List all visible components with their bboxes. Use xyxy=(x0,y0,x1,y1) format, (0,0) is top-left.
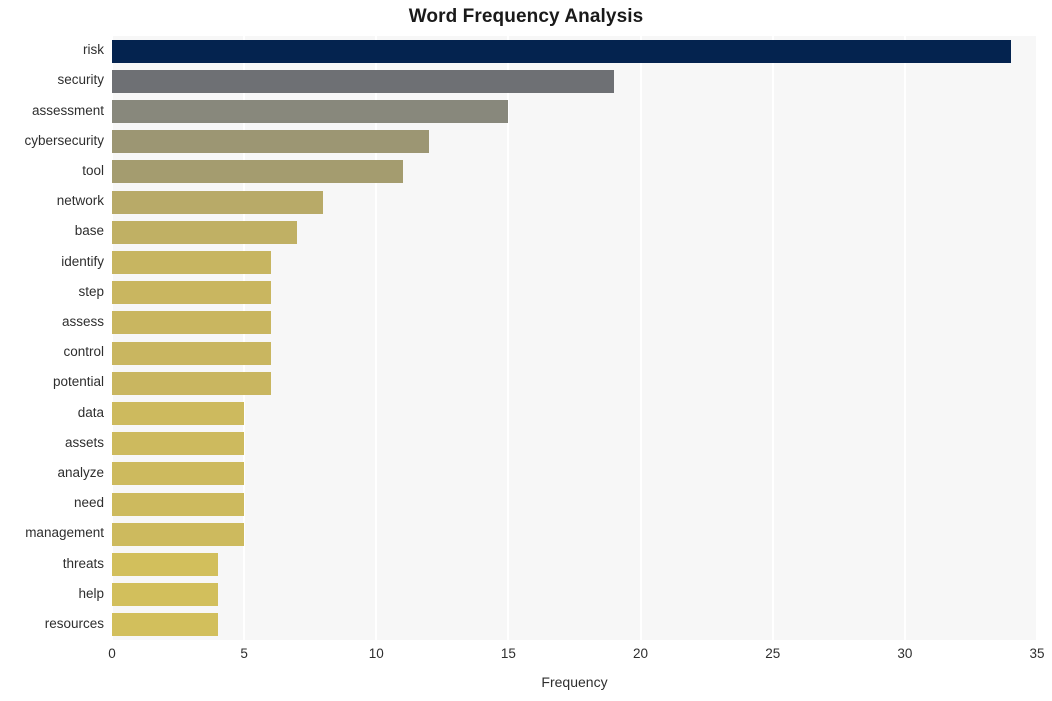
bar-resources[interactable] xyxy=(112,613,218,637)
bar-step[interactable] xyxy=(112,281,271,305)
bar-row xyxy=(112,492,1037,516)
y-tick-label-analyze: analyze xyxy=(57,464,104,480)
bar-row xyxy=(112,371,1037,395)
y-tick-label-help: help xyxy=(78,585,104,601)
bar-row xyxy=(112,220,1037,244)
y-tick-label-tool: tool xyxy=(82,162,104,178)
bar-assess[interactable] xyxy=(112,311,271,335)
x-axis-title: Frequency xyxy=(541,674,608,690)
y-tick-label-network: network xyxy=(56,193,104,209)
bar-row xyxy=(112,462,1037,486)
bar-base[interactable] xyxy=(112,220,297,244)
word-frequency-chart-figure: Word Frequency Analysis risk security asse… xyxy=(0,0,1052,701)
y-tick-label-control: control xyxy=(63,344,104,360)
x-tick-label-20: 20 xyxy=(633,646,649,661)
x-tick-label-0: 0 xyxy=(108,646,116,661)
x-tick-label-35: 35 xyxy=(1029,646,1045,661)
y-tick-label-assets: assets xyxy=(64,434,104,450)
x-tick-label-15: 15 xyxy=(500,646,516,661)
y-tick-label-management: management xyxy=(25,525,104,541)
bar-assessment[interactable] xyxy=(112,100,509,123)
bar-potential[interactable] xyxy=(112,371,271,395)
bar-cybersecurity[interactable] xyxy=(112,130,430,154)
bar-row xyxy=(112,583,1037,607)
y-axis-tick-labels: risk security assessment cybersecurity tool n… xyxy=(0,36,104,640)
plot-area xyxy=(112,36,1037,640)
x-axis-tick-labels: 0 5 10 15 20 25 30 35 xyxy=(0,646,1052,668)
bar-identify[interactable] xyxy=(112,251,271,274)
bar-row xyxy=(112,130,1037,154)
y-tick-label-assess: assess xyxy=(61,313,104,329)
y-tick-label-base: base xyxy=(74,223,104,239)
bar-analyze[interactable] xyxy=(112,462,245,486)
y-tick-label-step: step xyxy=(78,283,104,299)
bar-row xyxy=(112,251,1037,274)
bars-container xyxy=(112,36,1037,640)
bar-row xyxy=(112,341,1037,365)
bar-row xyxy=(112,39,1037,63)
bar-network[interactable] xyxy=(112,190,324,214)
bar-row xyxy=(112,432,1037,456)
bar-assets[interactable] xyxy=(112,432,245,456)
bar-row xyxy=(112,522,1037,546)
y-tick-label-potential: potential xyxy=(52,374,104,390)
bar-row xyxy=(112,190,1037,214)
bar-data[interactable] xyxy=(112,402,245,425)
bar-row xyxy=(112,613,1037,637)
y-tick-label-resources: resources xyxy=(44,615,104,631)
bar-help[interactable] xyxy=(112,583,218,607)
bar-row xyxy=(112,402,1037,425)
bar-row xyxy=(112,69,1037,93)
bar-row xyxy=(112,281,1037,305)
bar-control[interactable] xyxy=(112,341,271,365)
y-tick-label-threats: threats xyxy=(62,555,104,571)
bar-management[interactable] xyxy=(112,522,245,546)
x-tick-label-5: 5 xyxy=(240,646,248,661)
bar-need[interactable] xyxy=(112,492,245,516)
bar-row xyxy=(112,311,1037,335)
y-tick-label-need: need xyxy=(73,495,104,511)
bar-tool[interactable] xyxy=(112,160,403,184)
y-tick-label-data: data xyxy=(77,404,104,420)
bar-row xyxy=(112,100,1037,123)
x-tick-label-10: 10 xyxy=(368,646,384,661)
chart-title: Word Frequency Analysis xyxy=(408,6,644,27)
x-tick-label-25: 25 xyxy=(765,646,781,661)
x-tick-label-30: 30 xyxy=(897,646,913,661)
y-tick-label-risk: risk xyxy=(83,42,104,58)
bar-row xyxy=(112,160,1037,184)
bar-risk[interactable] xyxy=(112,39,1011,63)
bar-row xyxy=(112,553,1037,576)
y-tick-label-cybersecurity: cybersecurity xyxy=(24,132,104,148)
y-tick-label-identify: identify xyxy=(61,253,104,269)
bar-security[interactable] xyxy=(112,69,615,93)
y-tick-label-security: security xyxy=(57,72,104,88)
y-tick-label-assessment: assessment xyxy=(31,102,104,118)
bar-threats[interactable] xyxy=(112,553,218,576)
